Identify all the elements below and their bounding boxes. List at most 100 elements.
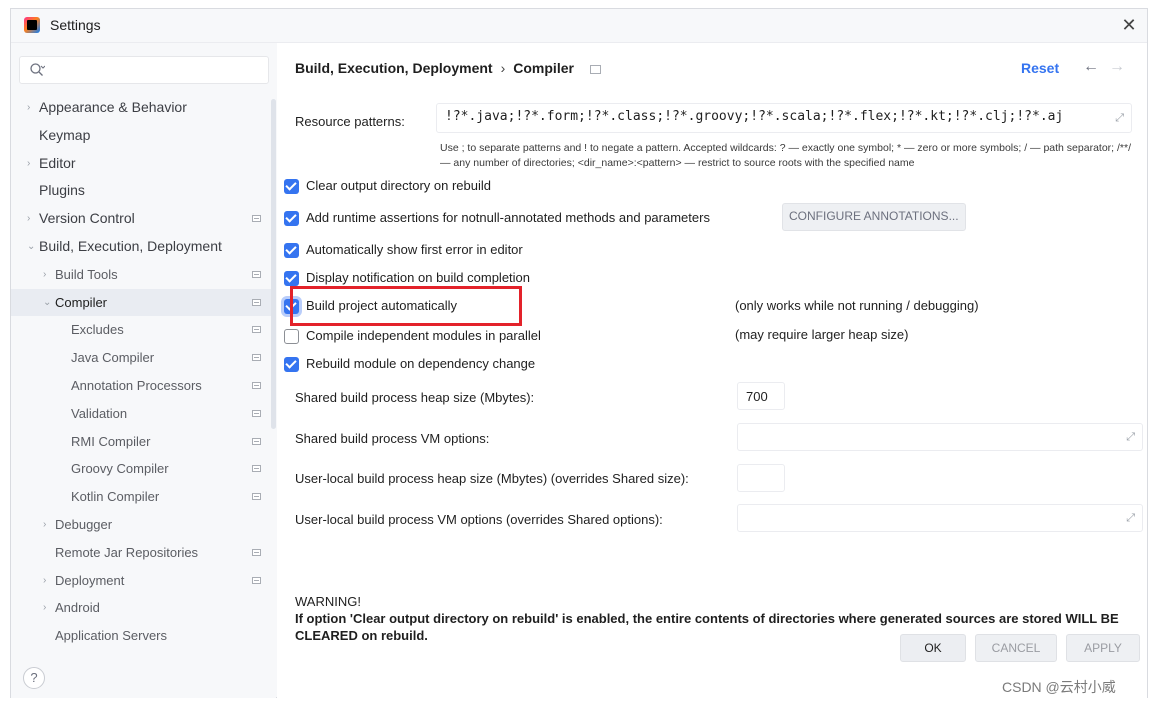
chevron-right-icon[interactable]: ›: [27, 94, 37, 122]
project-scope-icon: [252, 215, 261, 223]
sidebar-item-build-execution-deployment[interactable]: ⌄ Build, Execution, Deployment: [11, 233, 271, 261]
resource-patterns-field[interactable]: !?*.java;!?*.form;!?*.class;!?*.groovy;!…: [436, 103, 1132, 133]
breadcrumb-separator-icon: ›: [500, 60, 506, 76]
sidebar-item-debugger[interactable]: › Debugger: [11, 511, 271, 539]
sidebar-item-label: Kotlin Compiler: [71, 489, 160, 505]
vm-options-label: Shared build process VM options:: [295, 431, 490, 446]
sidebar-item-java-compiler[interactable]: Java Compiler: [11, 344, 271, 372]
chevron-down-icon[interactable]: ⌄: [43, 289, 53, 317]
parallel-compile-note: (may require larger heap size): [735, 327, 909, 342]
project-scope-icon: [589, 64, 601, 74]
reset-link[interactable]: Reset: [1021, 60, 1059, 76]
help-button[interactable]: ?: [23, 667, 45, 689]
parallel-compile-checkbox[interactable]: [284, 329, 299, 344]
project-scope-icon: [252, 409, 261, 417]
chevron-right-icon[interactable]: ›: [27, 150, 37, 178]
sidebar-item-label: Plugins: [39, 182, 85, 199]
forward-arrow-icon[interactable]: →: [1109, 58, 1125, 76]
local-heap-size-input[interactable]: [737, 464, 785, 492]
sidebar-item-kotlin-compiler[interactable]: Kotlin Compiler: [11, 483, 271, 511]
project-scope-icon: [252, 493, 261, 501]
sidebar-item-build-tools[interactable]: › Build Tools: [11, 261, 271, 289]
chevron-right-icon[interactable]: ›: [43, 567, 53, 595]
clear-output-checkbox[interactable]: [284, 179, 299, 194]
chevron-right-icon[interactable]: ›: [43, 261, 53, 289]
local-vm-options-input[interactable]: ⤢: [737, 504, 1143, 532]
chevron-down-icon[interactable]: ⌄: [27, 233, 37, 261]
sidebar-item-label: Build Tools: [55, 266, 118, 282]
resource-patterns-value: !?*.java;!?*.form;!?*.class;!?*.groovy;!…: [445, 109, 1064, 124]
settings-dialog: Settings ✕ › Appearance & Behavior Keyma…: [10, 8, 1148, 698]
resource-patterns-label: Resource patterns:: [295, 114, 405, 129]
sidebar-item-appearance-behavior[interactable]: › Appearance & Behavior: [11, 94, 271, 122]
sidebar-item-validation[interactable]: Validation: [11, 400, 271, 428]
sidebar-item-deployment[interactable]: › Deployment: [11, 567, 271, 595]
build-notification-checkbox[interactable]: [284, 271, 299, 286]
sidebar-item-label: Keymap: [39, 126, 91, 143]
breadcrumb: Build, Execution, Deployment › Compiler: [295, 60, 601, 76]
close-icon[interactable]: ✕: [1117, 14, 1141, 36]
heap-size-input[interactable]: 700: [737, 382, 785, 410]
sidebar-item-label: Excludes: [71, 322, 124, 338]
breadcrumb-current: Compiler: [513, 60, 574, 76]
sidebar-item-label: Annotation Processors: [71, 377, 202, 393]
sidebar-item-version-control[interactable]: › Version Control: [11, 205, 271, 233]
sidebar-item-label: Android: [55, 600, 100, 616]
chevron-right-icon[interactable]: ›: [43, 511, 53, 539]
checkbox-label: Display notification on build completion: [306, 270, 531, 285]
title-bar: Settings ✕: [11, 9, 1147, 43]
sidebar-item-label: Java Compiler: [71, 350, 155, 366]
sidebar-item-label: Deployment: [55, 572, 125, 588]
sidebar-scrollbar[interactable]: [271, 99, 276, 429]
local-heap-size-label: User-local build process heap size (Mbyt…: [295, 471, 689, 486]
apply-button[interactable]: APPLY: [1066, 634, 1140, 662]
expand-icon[interactable]: ⤢: [1115, 111, 1124, 125]
sidebar-item-android[interactable]: › Android: [11, 594, 271, 622]
project-scope-icon: [252, 548, 261, 556]
vm-options-input[interactable]: ⤢: [737, 423, 1143, 451]
warning-title: WARNING!: [295, 594, 361, 609]
expand-icon[interactable]: ⤢: [1126, 431, 1135, 444]
sidebar-item-plugins[interactable]: Plugins: [11, 177, 271, 205]
sidebar-item-label: Editor: [39, 154, 76, 171]
watermark: CSDN @云村小威: [1002, 679, 1116, 695]
highlight-annotation-box: [290, 286, 522, 326]
project-scope-icon: [252, 326, 261, 334]
sidebar-item-label: Version Control: [39, 210, 135, 227]
sidebar-item-label: RMI Compiler: [71, 433, 151, 449]
project-scope-icon: [252, 437, 261, 445]
sidebar-item-keymap[interactable]: Keymap: [11, 122, 271, 150]
project-scope-icon: [252, 465, 261, 473]
sidebar-item-label: Appearance & Behavior: [39, 99, 187, 115]
chevron-right-icon[interactable]: ›: [43, 594, 53, 622]
sidebar-item-editor[interactable]: › Editor: [11, 150, 271, 178]
sidebar-item-groovy-compiler[interactable]: Groovy Compiler: [11, 455, 271, 483]
sidebar-item-remote-jar-repositories[interactable]: Remote Jar Repositories: [11, 539, 271, 567]
show-first-error-checkbox[interactable]: [284, 243, 299, 258]
runtime-assertions-checkbox[interactable]: [284, 211, 299, 226]
sidebar-item-application-servers[interactable]: Application Servers: [11, 622, 271, 650]
project-scope-icon: [252, 354, 261, 362]
sidebar-item-annotation-processors[interactable]: Annotation Processors: [11, 372, 271, 400]
sidebar-item-label: Groovy Compiler: [71, 461, 169, 477]
ok-button[interactable]: OK: [900, 634, 966, 662]
checkbox-label: Clear output directory on rebuild: [306, 178, 491, 193]
back-arrow-icon[interactable]: ←: [1083, 58, 1099, 76]
expand-icon[interactable]: ⤢: [1126, 512, 1135, 525]
intellij-app-icon: [24, 17, 40, 33]
sidebar-item-excludes[interactable]: Excludes: [11, 316, 271, 344]
sidebar-item-label: Build, Execution, Deployment: [39, 237, 222, 254]
search-input[interactable]: [19, 56, 269, 84]
local-vm-options-label: User-local build process VM options (ove…: [295, 512, 663, 527]
breadcrumb-parent[interactable]: Build, Execution, Deployment: [295, 60, 493, 76]
rebuild-on-dependency-checkbox[interactable]: [284, 357, 299, 372]
sidebar-item-compiler[interactable]: ⌄ Compiler: [11, 288, 271, 317]
sidebar-item-label: Debugger: [55, 516, 113, 532]
settings-tree: › Appearance & Behavior Keymap › Editor …: [11, 94, 271, 650]
project-scope-icon: [252, 298, 261, 306]
cancel-button[interactable]: CANCEL: [975, 634, 1057, 662]
chevron-right-icon[interactable]: ›: [27, 205, 37, 233]
sidebar-item-rmi-compiler[interactable]: RMI Compiler: [11, 428, 271, 456]
configure-annotations-button[interactable]: CONFIGURE ANNOTATIONS...: [782, 203, 966, 231]
sidebar-item-label: Compiler: [55, 294, 108, 310]
